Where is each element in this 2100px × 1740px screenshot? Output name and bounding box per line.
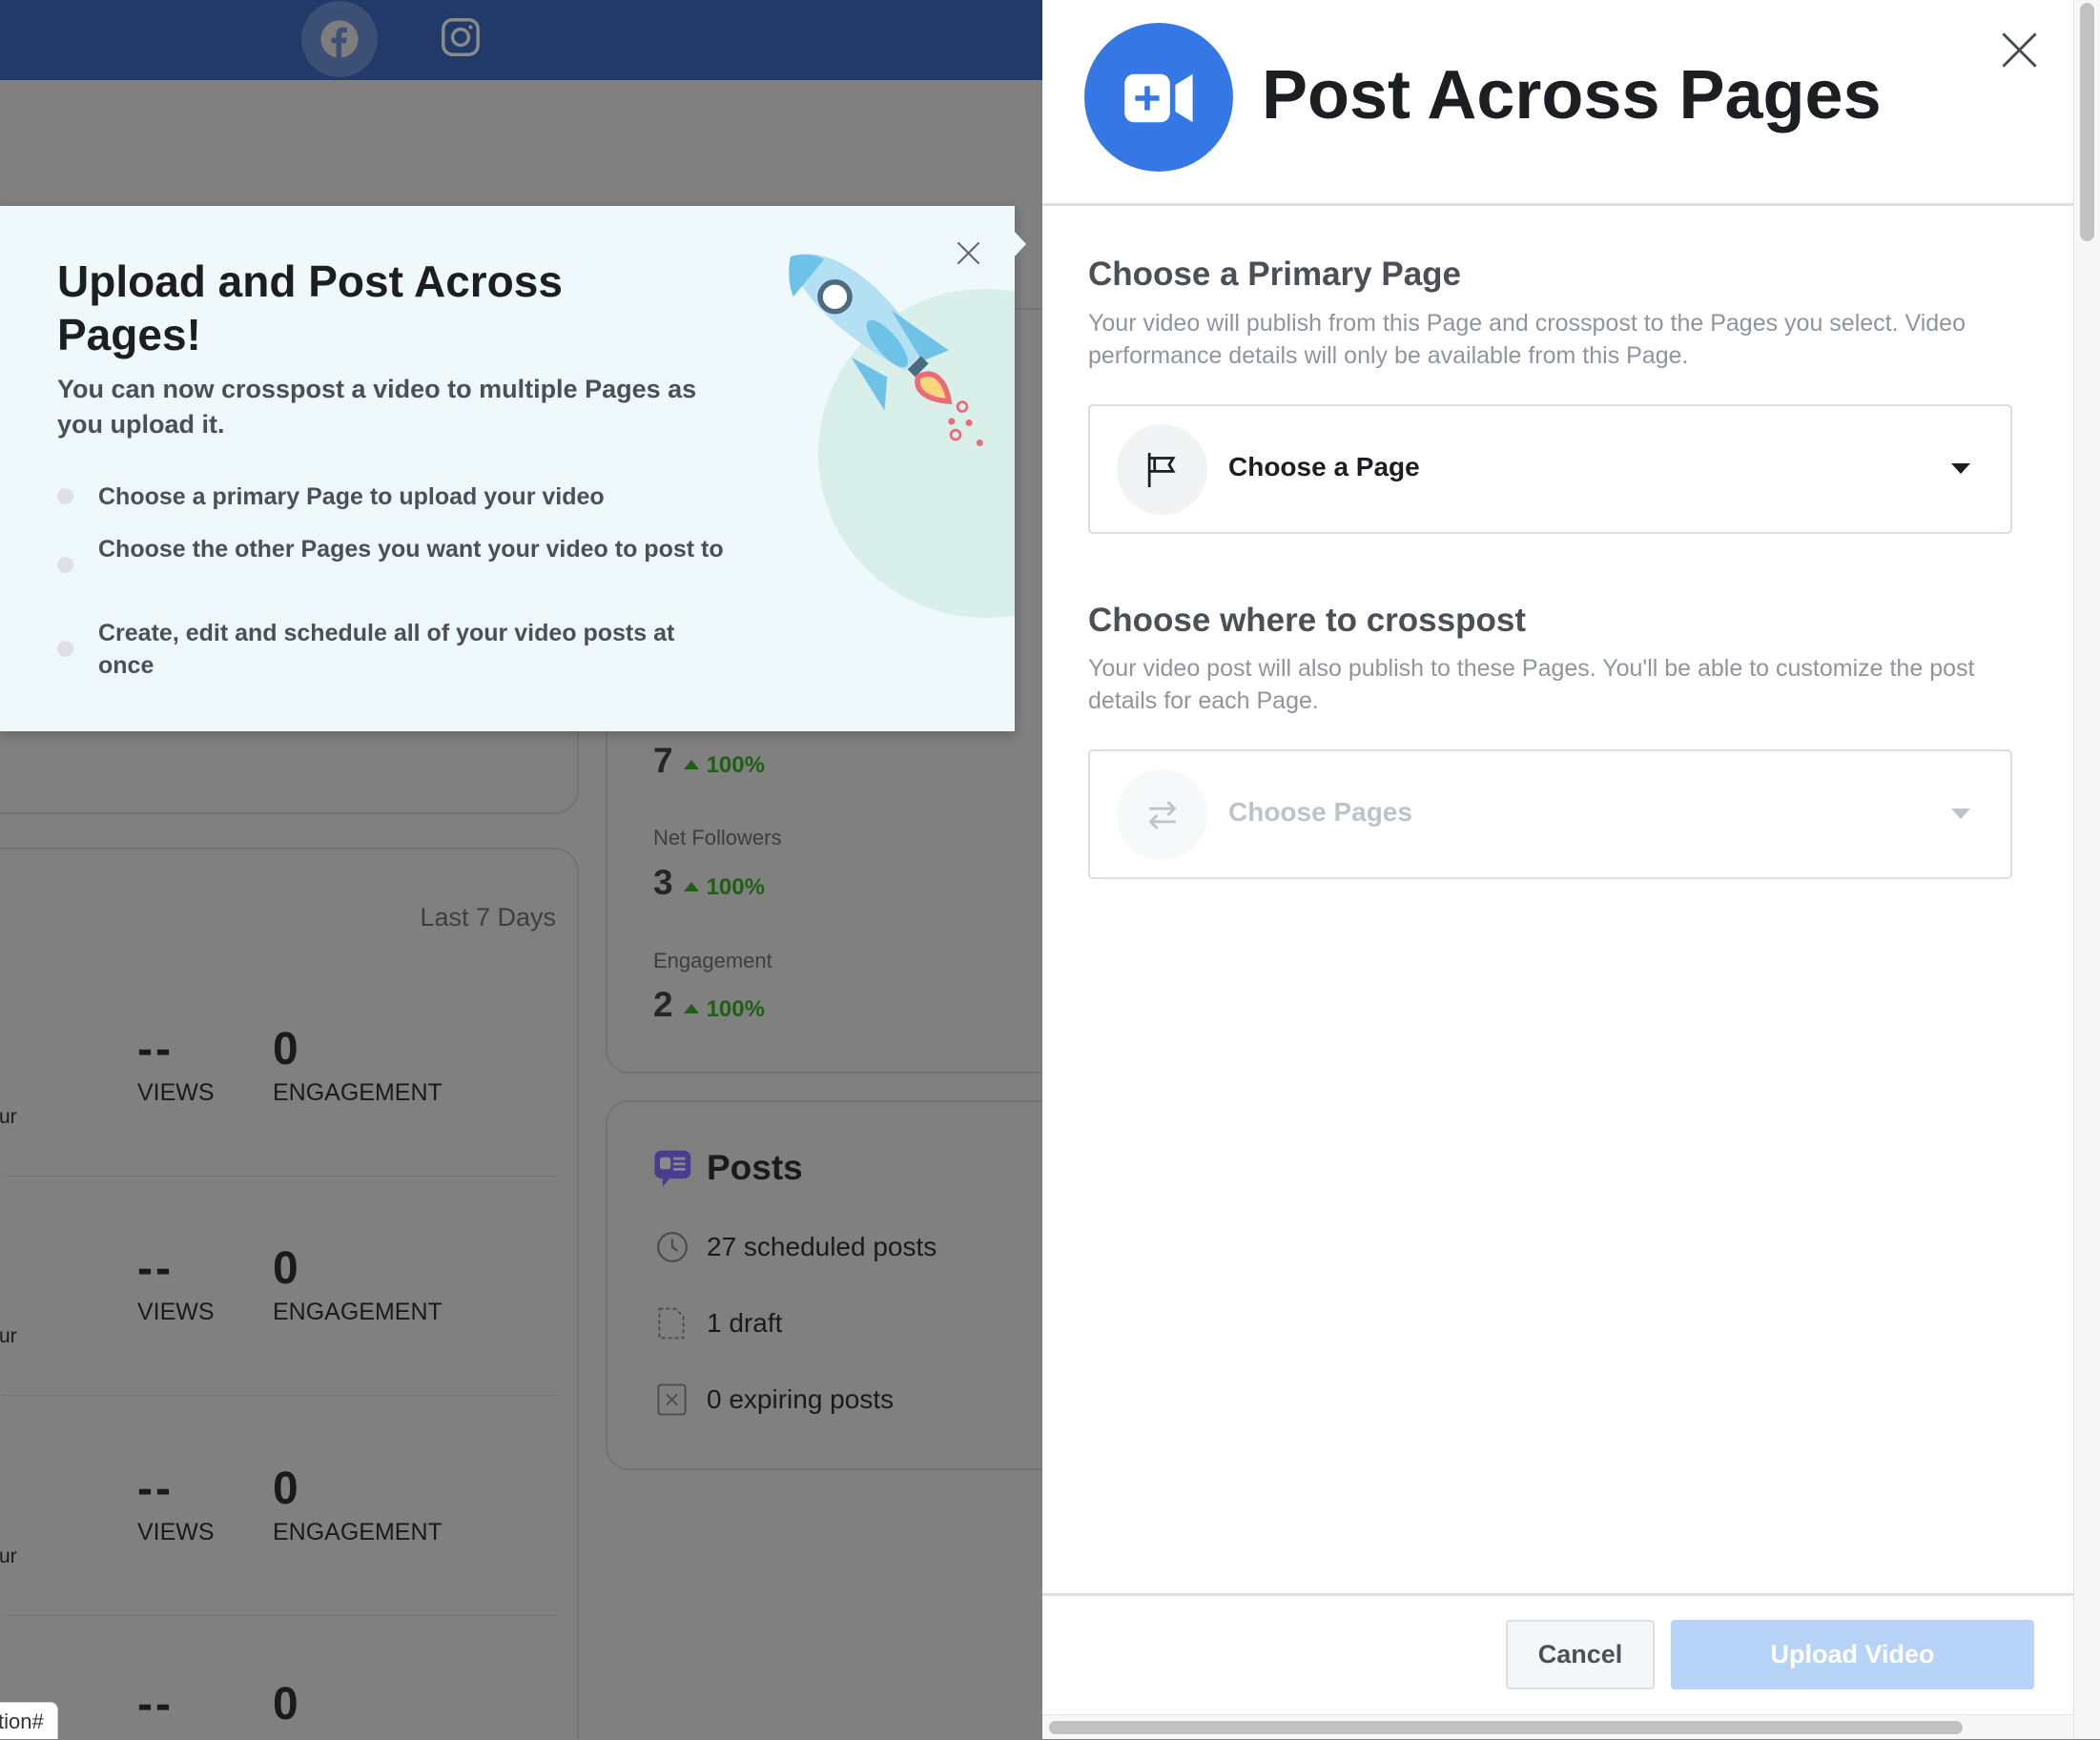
row-text: ur (0, 1325, 17, 1347)
upload-video-button[interactable]: Upload Video (1671, 1620, 2034, 1689)
choose-pages-label: Choose Pages (1228, 797, 1412, 827)
video-add-icon (1084, 23, 1233, 172)
video-row[interactable]: -- 0 VIEWS ENGAGEMENT ur (0, 1176, 559, 1396)
engagement-value: 0 (273, 1679, 299, 1730)
footer-divider (1042, 1593, 2073, 1596)
bullet-icon (57, 557, 73, 573)
rocket-illustration (789, 254, 983, 447)
stat-value: 2 (653, 985, 673, 1024)
engagement-value: 0 (273, 1464, 299, 1514)
posts-card: Posts 27 scheduled posts 1 draft 0 expir… (606, 1100, 1088, 1470)
tab-instagram[interactable] (441, 17, 481, 62)
stat-value: 3 (653, 863, 673, 902)
clock-icon (657, 1232, 688, 1262)
draft-icon (658, 1307, 685, 1340)
up-arrow-icon (683, 1004, 699, 1013)
top-bar (0, 0, 1042, 80)
views-value: -- (137, 1464, 174, 1514)
expiring-posts-link[interactable]: 0 expiring posts (707, 1384, 894, 1415)
engagement-value: 0 (273, 1024, 299, 1075)
tab-facebook[interactable] (301, 1, 378, 77)
popup-subtitle: You can now crosspost a video to multipl… (57, 375, 697, 439)
horizontal-scrollbar-track (1042, 1714, 2073, 1739)
crosspost-heading: Choose where to crosspost (1088, 602, 1526, 639)
popup-title: Upload and Post Across Pages! (57, 256, 563, 359)
drafts-link[interactable]: 1 draft (707, 1308, 782, 1339)
vertical-scrollbar-track (2073, 0, 2100, 1739)
popup-bullet: Choose a primary Page to upload your vid… (98, 483, 605, 510)
close-panel-icon[interactable] (2002, 32, 2037, 68)
choose-pages-dropdown[interactable]: Choose Pages (1088, 749, 2012, 879)
stat-label: Engagement (653, 949, 772, 972)
crosspost-description: Your video post will also publish to the… (1088, 655, 1975, 714)
engagement-label: ENGAGEMENT (273, 1079, 443, 1106)
popup-pointer (1014, 231, 1026, 257)
header-divider (1042, 203, 2073, 206)
stat-1: 3 100% (653, 863, 765, 903)
views-value: -- (137, 1679, 174, 1730)
views-label: VIEWS (137, 1299, 215, 1325)
views-label: VIEWS (137, 1519, 215, 1546)
posts-title: Posts (707, 1148, 803, 1187)
stat-change: 100% (706, 996, 765, 1022)
facebook-icon (320, 20, 359, 58)
stat-label: Net Followers (653, 826, 782, 850)
popup-bullet: Create, edit and schedule all of your vi… (98, 620, 675, 679)
flag-icon (1117, 424, 1207, 515)
video-row[interactable]: -- 0 VIEWS ENGAGEMENT ur (0, 956, 559, 1177)
cancel-button[interactable]: Cancel (1506, 1620, 1655, 1689)
primary-page-heading: Choose a Primary Page (1088, 256, 1461, 293)
videos-card: Last 7 Days -- 0 VIEWS ENGAGEMENT ur -- … (0, 848, 579, 1739)
views-value: -- (137, 1243, 174, 1294)
instagram-icon (442, 18, 480, 56)
row-text: ur (0, 1106, 17, 1128)
bullet-icon (57, 641, 73, 657)
stat-2: 2 100% (653, 985, 765, 1025)
swap-arrows-icon (1117, 769, 1207, 860)
panel-title: Post Across Pages (1262, 57, 1882, 133)
engagement-label: ENGAGEMENT (273, 1299, 443, 1325)
crosspost-intro-popup: Upload and Post Across Pages! You can no… (0, 206, 1015, 731)
post-across-pages-panel: Post Across Pages Choose a Primary Page … (1042, 0, 2073, 1739)
stat-value: 7 (653, 741, 673, 780)
engagement-value: 0 (273, 1243, 299, 1294)
period-label: Last 7 Days (420, 903, 556, 931)
choose-page-dropdown[interactable]: Choose a Page (1088, 404, 2012, 534)
close-popup-icon[interactable] (957, 241, 980, 265)
stat-change: 100% (706, 752, 765, 778)
vertical-scrollbar-thumb[interactable] (2080, 3, 2094, 241)
video-row[interactable]: -- 0 (2, 1615, 559, 1730)
engagement-label: ENGAGEMENT (273, 1519, 443, 1546)
video-row[interactable]: -- 0 VIEWS ENGAGEMENT ur (0, 1396, 559, 1616)
up-arrow-icon (683, 760, 699, 769)
posts-icon (654, 1150, 691, 1187)
bullet-icon (57, 488, 73, 504)
views-value: -- (137, 1024, 174, 1075)
status-bar-url: tion# (0, 1702, 58, 1739)
row-text: ur (0, 1546, 17, 1567)
popup-bullet: Choose the other Pages you want your vid… (98, 536, 724, 563)
scheduled-posts-link[interactable]: 27 scheduled posts (707, 1232, 937, 1262)
horizontal-scrollbar-thumb[interactable] (1049, 1721, 1963, 1734)
choose-page-label: Choose a Page (1228, 452, 1420, 481)
views-label: VIEWS (137, 1079, 215, 1106)
chevron-down-icon (1951, 463, 1970, 474)
primary-page-description: Your video will publish from this Page a… (1088, 310, 1966, 369)
up-arrow-icon (683, 882, 699, 891)
stat-change: 100% (706, 874, 765, 900)
expiring-icon (657, 1383, 687, 1416)
chevron-down-icon (1951, 809, 1970, 819)
stat-0: 7 100% (653, 741, 765, 781)
